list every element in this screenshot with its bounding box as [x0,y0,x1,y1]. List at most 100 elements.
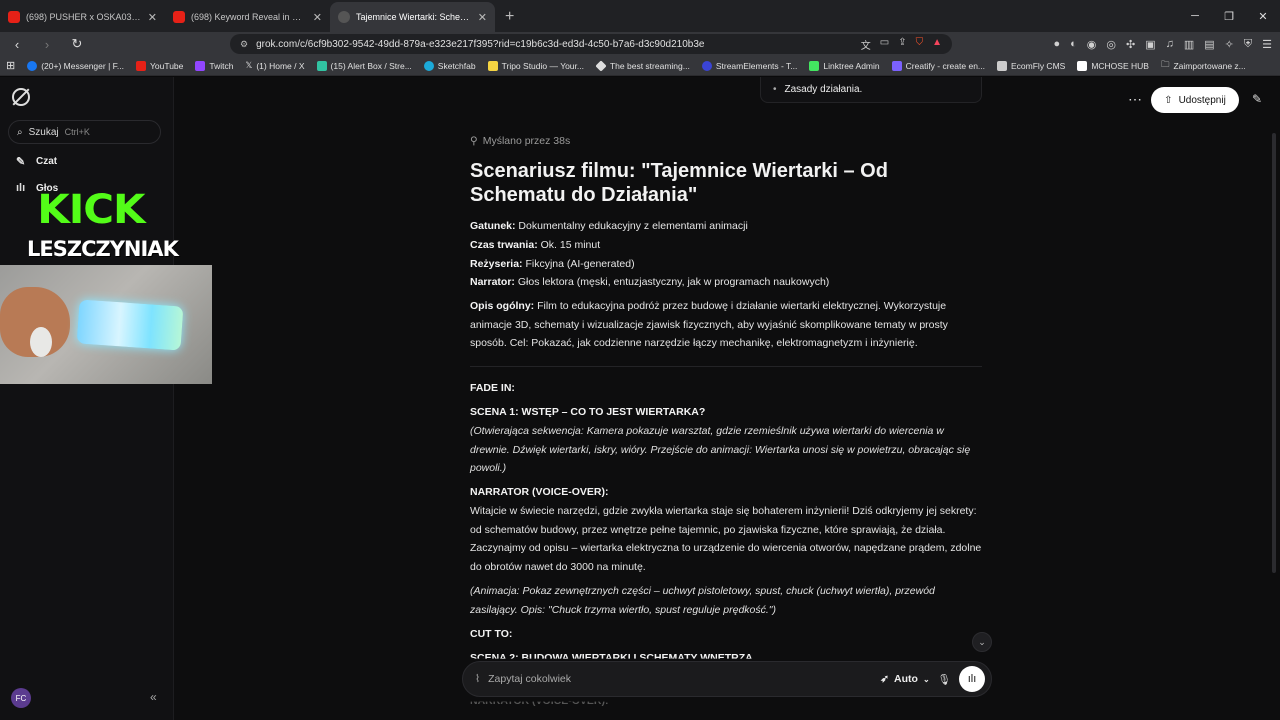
model-selector[interactable]: ➶ Auto ⌄ [880,673,929,685]
wallet-icon[interactable]: ▤ [1204,38,1214,51]
chevron-down-icon: ⌄ [922,674,930,684]
bookmark-label: Sketchfab [437,60,476,71]
extension-icon[interactable]: ◎ [1106,38,1116,51]
tab-youtube-pusher[interactable]: (698) PUSHER x OSKA030 x POLSK ✕ [0,2,165,32]
minimize-icon[interactable]: ─ [1178,0,1212,32]
apps-grid-icon[interactable]: ⊞ [6,59,15,72]
bookmark-alertbox[interactable]: (15) Alert Box / Stre... [316,60,412,71]
animation-description: (Animacja: Pokaz zewnętrznych części – u… [470,582,982,619]
linktree-icon [809,60,820,71]
streamer-name: LESZCZYNIAK [27,237,179,261]
bookmark-streaming[interactable]: The best streaming... [595,59,690,72]
screenshot-icon[interactable]: ▣ [1145,38,1155,51]
address-bar[interactable]: ⚙ grok.com/c/6cf9b302-9542-49dd-879a-e32… [230,34,952,54]
cut-to-heading: CUT TO: [470,628,513,640]
extension-icon[interactable]: ◐ [1070,38,1077,50]
youtube-icon [173,11,185,23]
kick-logo: KICK [37,187,145,233]
thinking-duration[interactable]: ⚲ Myślano przez 38s [470,135,570,147]
collapse-sidebar-icon[interactable]: « [150,690,157,704]
reload-icon[interactable]: ↻ [66,33,88,55]
sketchfab-icon [423,60,434,71]
url-text: grok.com/c/6cf9b302-9542-49dd-879a-e323e… [256,38,705,50]
tab-grok-active[interactable]: Tajemnice Wiertarki: Schematy, F ✕ [330,2,495,32]
grok-logo-icon[interactable] [12,88,30,106]
bookmark-sketchfab[interactable]: Sketchfab [423,60,476,71]
search-input[interactable]: ⌕ Szukaj Ctrl+K [8,120,161,144]
bookmark-label: Tripo Studio — Your... [501,60,584,71]
brave-rewards-icon[interactable]: ▲ [932,37,942,52]
vpn-icon[interactable]: ⛨ [1244,38,1252,51]
bookmark-tripo[interactable]: Tripo Studio — Your... [487,60,584,71]
brave-shield-icon[interactable]: ⛉ [916,37,924,52]
microphone-icon[interactable]: 🎙 [938,673,951,686]
bookmark-label: EcomFly CMS [1011,60,1066,71]
fade-in-heading: FADE IN: [470,382,515,394]
meta-key: Czas trwania: [470,239,538,251]
close-icon[interactable]: ✕ [313,11,322,24]
menu-item[interactable]: Zasady działania. [785,84,863,95]
bookmark-streamelements[interactable]: StreamElements - T... [701,60,797,71]
music-icon[interactable]: ♫ [1166,38,1174,50]
bookmark-twitch[interactable]: Twitch [195,60,233,71]
diamond-icon [595,59,607,72]
extension-icon[interactable]: ● [1053,38,1060,50]
sidebar-item-chat[interactable]: ✎ Czat [16,155,57,168]
meta-key: Reżyseria: [470,258,523,270]
new-tab-button[interactable]: + [495,2,524,32]
folder-icon: 🗀 [1160,58,1170,69]
voice-mode-button[interactable]: ılı [959,666,985,692]
scroll-down-button[interactable]: ⌄ [972,632,992,652]
page-scrollbar[interactable] [1272,133,1276,573]
leo-ai-icon[interactable]: ✧ [1225,38,1234,51]
bookmark-mchose[interactable]: MCHOSE HUB [1077,60,1149,71]
cast-icon[interactable]: ▭ [880,37,889,52]
x-icon: 𝕏 [245,60,253,70]
close-icon[interactable]: ✕ [148,11,157,24]
chat-composer[interactable]: ⌇ Zapytaj cokolwiek ➶ Auto ⌄ 🎙 ılı [462,661,992,697]
bookmark-label: Linktree Admin [823,60,880,71]
back-icon[interactable]: ‹ [6,33,28,55]
meta-director: Reżyseria: Fikcyjna (AI-generated) [470,258,635,270]
bookmark-imported-folder[interactable]: 🗀 Zaimportowane z... [1161,59,1246,73]
webcam-keyboard [76,299,184,351]
meta-value: Dokumentalny edukacyjny z elementami ani… [515,220,748,232]
site-info-icon[interactable]: ⚙ [240,39,248,50]
bookmark-messenger[interactable]: (20+) Messenger | F... [27,60,124,71]
bookmark-youtube[interactable]: YouTube [135,60,183,71]
tab-youtube-keyword[interactable]: (698) Keyword Reveal in Book effect ✕ [165,2,330,32]
model-label: Auto [894,673,918,685]
streamelements-icon [701,60,712,71]
new-chat-icon[interactable]: ✎ [1247,89,1267,109]
webcam-mouse [30,327,52,357]
maximize-icon[interactable]: ❐ [1212,0,1246,32]
forward-icon[interactable]: › [36,33,58,55]
bookmark-creatify[interactable]: Creatify - create en... [891,60,986,71]
bullet-icon: • [773,84,777,95]
composer-input[interactable]: Zapytaj cokolwiek [488,673,872,685]
bookmark-linktree[interactable]: Linktree Admin [809,60,880,71]
attach-icon[interactable]: ⌇ [475,673,480,685]
grok-icon [338,11,350,23]
sidebar-toggle-icon[interactable]: ▥ [1184,38,1194,51]
avatar[interactable]: FC [11,688,31,708]
description-paragraph: Opis ogólny: Film to edukacyjna podróż p… [470,297,982,353]
bookmark-ecomfly[interactable]: EcomFly CMS [997,60,1066,71]
extension-icon[interactable]: ◉ [1087,38,1097,51]
translate-icon[interactable]: 文 [861,37,871,52]
close-window-icon[interactable]: ✕ [1246,0,1280,32]
bookmark-x[interactable]: 𝕏 (1) Home / X [245,60,304,71]
share-button[interactable]: ⇧ Udostępnij [1151,87,1239,113]
close-icon[interactable]: ✕ [478,11,487,24]
youtube-icon [135,60,146,71]
meta-value: Fikcyjna (AI-generated) [522,258,635,270]
window-controls: ─ ❐ ✕ [1178,0,1280,32]
bookmark-label: Creatify - create en... [905,60,986,71]
animation-italic: (Animacja: Pokaz zewnętrznych części – u… [470,585,935,616]
puzzle-icon[interactable]: ✣ [1126,38,1135,51]
narrator-heading: NARRATOR (VOICE-OVER): [470,486,609,498]
page-title: Scenariusz filmu: "Tajemnice Wiertarki –… [470,160,888,206]
share-icon[interactable]: ⇪ [898,37,906,52]
menu-icon[interactable]: ☰ [1262,38,1272,51]
more-options-icon[interactable]: ⋯ [1128,91,1142,108]
